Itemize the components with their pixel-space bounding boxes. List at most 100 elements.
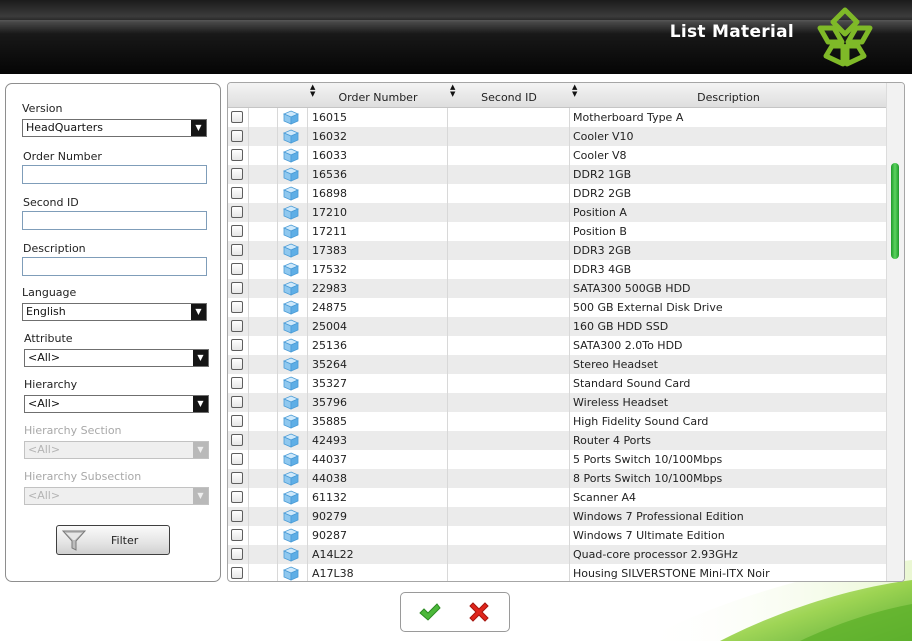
table-row[interactable]: 90287 Windows 7 Ultimate Edition (228, 526, 887, 545)
row-checkbox[interactable] (231, 111, 243, 123)
table-row[interactable]: A14L22 Quad-core processor 2.93GHz (228, 545, 887, 564)
row-checkbox[interactable] (231, 168, 243, 180)
second-id-cell (448, 374, 570, 393)
table-row[interactable]: 25004 160 GB HDD SSD (228, 317, 887, 336)
description-cell: Windows 7 Professional Edition (573, 510, 744, 523)
description-cell: Housing SILVERSTONE Mini-ITX Noir (573, 567, 770, 580)
row-spacer-cell (249, 450, 278, 469)
row-checkbox[interactable] (231, 453, 243, 465)
table-row[interactable]: 17211 Position B (228, 222, 887, 241)
row-checkbox[interactable] (231, 320, 243, 332)
row-checkbox[interactable] (231, 415, 243, 427)
row-checkbox-cell (228, 146, 249, 165)
description-cell: SATA300 2.0To HDD (573, 339, 683, 352)
vertical-scrollbar[interactable] (886, 83, 904, 581)
row-checkbox[interactable] (231, 301, 243, 313)
chevron-down-icon[interactable]: ▼ (191, 120, 206, 136)
table-row[interactable]: A17L38 Housing SILVERSTONE Mini-ITX Noir (228, 564, 887, 581)
row-checkbox[interactable] (231, 187, 243, 199)
description-cell: Stereo Headset (573, 358, 658, 371)
table-row[interactable]: 42493 Router 4 Ports (228, 431, 887, 450)
table-row[interactable]: 22983 SATA300 500GB HDD (228, 279, 887, 298)
row-checkbox[interactable] (231, 567, 243, 579)
table-row[interactable]: 16033 Cooler V8 (228, 146, 887, 165)
table-row[interactable]: 16536 DDR2 1GB (228, 165, 887, 184)
table-row[interactable]: 35327 Standard Sound Card (228, 374, 887, 393)
chevron-down-icon[interactable]: ▼ (193, 396, 208, 412)
language-select[interactable]: English ▼ (22, 303, 207, 321)
order-number-cell: 17383 (308, 241, 448, 260)
hierarchy-section-select: <All> ▼ (24, 441, 209, 459)
row-checkbox[interactable] (231, 510, 243, 522)
cube-icon (283, 205, 299, 220)
hierarchy-select[interactable]: <All> ▼ (24, 395, 209, 413)
attribute-select[interactable]: <All> ▼ (24, 349, 209, 367)
row-icon-cell (278, 279, 308, 298)
table-row[interactable]: 61132 Scanner A4 (228, 488, 887, 507)
order-number-cell: 16015 (308, 108, 448, 127)
cube-icon (283, 452, 299, 467)
cross-icon[interactable] (467, 600, 491, 624)
second-id-input[interactable] (22, 211, 207, 230)
second-id-cell (448, 127, 570, 146)
cube-icon (283, 262, 299, 277)
row-checkbox[interactable] (231, 339, 243, 351)
row-checkbox[interactable] (231, 149, 243, 161)
column-header-order-number[interactable]: ▲ ▼ Order Number (308, 83, 448, 108)
version-select[interactable]: HeadQuarters ▼ (22, 119, 207, 137)
row-checkbox-cell (228, 488, 249, 507)
row-checkbox[interactable] (231, 225, 243, 237)
table-row[interactable]: 16898 DDR2 2GB (228, 184, 887, 203)
scrollbar-thumb[interactable] (891, 163, 899, 259)
table-row[interactable]: 17532 DDR3 4GB (228, 260, 887, 279)
row-checkbox-cell (228, 393, 249, 412)
row-checkbox[interactable] (231, 377, 243, 389)
second-id-cell (448, 260, 570, 279)
table-row[interactable]: 16032 Cooler V10 (228, 127, 887, 146)
column-header-description[interactable]: ▲ ▼ Description (570, 83, 887, 108)
table-row[interactable]: 25136 SATA300 2.0To HDD (228, 336, 887, 355)
row-icon-cell (278, 450, 308, 469)
row-checkbox-cell (228, 507, 249, 526)
order-number-cell: 22983 (308, 279, 448, 298)
app-header: List Material (0, 0, 912, 74)
row-checkbox[interactable] (231, 244, 243, 256)
row-checkbox[interactable] (231, 491, 243, 503)
row-checkbox[interactable] (231, 548, 243, 560)
cube-icon (283, 490, 299, 505)
table-row[interactable]: 17383 DDR3 2GB (228, 241, 887, 260)
row-checkbox[interactable] (231, 529, 243, 541)
description-input[interactable] (22, 257, 207, 276)
chevron-down-icon[interactable]: ▼ (193, 350, 208, 366)
table-row[interactable]: 17210 Position A (228, 203, 887, 222)
row-checkbox[interactable] (231, 472, 243, 484)
second-id-cell (448, 184, 570, 203)
grid-header: ▲ ▼ Order Number ▲ ▼ Second ID ▲ ▼ Descript… (228, 83, 887, 108)
row-checkbox[interactable] (231, 263, 243, 275)
table-row[interactable]: 44038 8 Ports Switch 10/100Mbps (228, 469, 887, 488)
row-checkbox[interactable] (231, 282, 243, 294)
funnel-icon (61, 530, 87, 551)
row-checkbox[interactable] (231, 434, 243, 446)
cube-icon (283, 186, 299, 201)
table-row[interactable]: 35885 High Fidelity Sound Card (228, 412, 887, 431)
table-row[interactable]: 24875 500 GB External Disk Drive (228, 298, 887, 317)
version-label: Version (22, 102, 63, 115)
table-row[interactable]: 16015 Motherboard Type A (228, 108, 887, 127)
table-row[interactable]: 35264 Stereo Headset (228, 355, 887, 374)
row-spacer-cell (249, 298, 278, 317)
table-row[interactable]: 35796 Wireless Headset (228, 393, 887, 412)
order-number-input[interactable] (22, 165, 207, 184)
table-row[interactable]: 90279 Windows 7 Professional Edition (228, 507, 887, 526)
chevron-down-icon[interactable]: ▼ (191, 304, 206, 320)
description-cell: High Fidelity Sound Card (573, 415, 709, 428)
checkmark-icon[interactable] (418, 601, 442, 623)
row-checkbox[interactable] (231, 396, 243, 408)
row-checkbox[interactable] (231, 130, 243, 142)
row-checkbox[interactable] (231, 358, 243, 370)
row-checkbox[interactable] (231, 206, 243, 218)
filter-button[interactable]: Filter (56, 525, 170, 555)
row-spacer-cell (249, 317, 278, 336)
table-row[interactable]: 44037 5 Ports Switch 10/100Mbps (228, 450, 887, 469)
column-header-second-id[interactable]: ▲ ▼ Second ID (448, 83, 570, 108)
